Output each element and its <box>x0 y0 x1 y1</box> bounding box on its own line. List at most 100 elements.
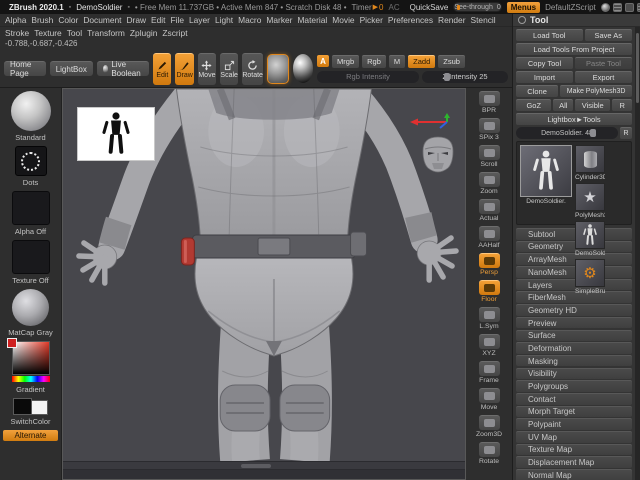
save-as-button[interactable]: Save As <box>585 29 633 41</box>
right-shelf-button[interactable]: BPR <box>479 91 500 114</box>
right-shelf-button[interactable]: Rotate <box>479 442 500 465</box>
subpalette-header[interactable]: Normal Map <box>516 469 632 480</box>
home-page-button[interactable]: Home Page <box>4 61 46 76</box>
menu-item[interactable]: Marker <box>266 15 292 25</box>
active-tool-thumbnail[interactable]: DemoSoldier. <box>520 145 572 221</box>
tool-palette-header[interactable]: Tool <box>513 14 640 27</box>
right-shelf-button[interactable]: Frame <box>479 361 500 384</box>
slider-handle[interactable] <box>590 129 596 137</box>
zadd-button[interactable]: Zadd <box>408 55 435 68</box>
import-button[interactable]: Import <box>516 71 573 83</box>
right-shelf-button[interactable]: L.Sym <box>479 307 500 330</box>
hue-strip[interactable] <box>12 376 50 382</box>
right-shelf-button[interactable]: Persp <box>479 253 500 276</box>
menu-item[interactable]: Edit <box>151 15 165 25</box>
tool-thumbnail-simplebrush[interactable]: ⚙ SimpleBrush <box>575 259 605 295</box>
right-shelf-button-icon[interactable] <box>479 145 500 160</box>
see-through-slider[interactable]: See-through 0 <box>453 2 501 12</box>
subpalette-header[interactable]: Masking <box>516 355 632 367</box>
lightbox-button[interactable]: LightBox <box>50 61 93 76</box>
menu-item[interactable]: Stroke <box>5 28 29 38</box>
right-shelf-button-icon[interactable] <box>479 334 500 349</box>
menu-item[interactable]: Brush <box>31 15 53 25</box>
document-icon[interactable] <box>625 3 634 12</box>
right-shelf-button[interactable]: Zoom <box>479 172 500 195</box>
right-shelf-button-icon[interactable] <box>479 91 500 106</box>
saturation-value-square[interactable] <box>12 341 50 375</box>
right-shelf-button-icon[interactable] <box>479 280 500 295</box>
tool-thumbnail-demosoldier[interactable]: DemoSoldier. <box>575 221 605 257</box>
right-shelf-button[interactable]: AAHalf <box>478 226 499 249</box>
right-shelf-button-icon[interactable] <box>479 226 500 241</box>
auto-badge[interactable]: A <box>317 55 329 67</box>
current-brush-standard[interactable] <box>11 91 51 131</box>
current-stroke-dots[interactable] <box>15 146 47 176</box>
subpalette-header[interactable]: Morph Target <box>516 406 632 418</box>
active-tool-image[interactable] <box>520 145 572 197</box>
goz-button[interactable]: GoZ <box>516 99 551 111</box>
current-texture-thumbnail[interactable] <box>12 240 50 274</box>
default-zscript-button[interactable]: DefaultZScript <box>545 3 596 12</box>
tool-palette-scrollbar[interactable] <box>635 27 640 480</box>
right-shelf-button[interactable]: Zoom3D <box>476 415 502 438</box>
rgb-intensity-slider[interactable]: Rgb Intensity <box>317 71 419 83</box>
tool-thumbnail-cylinder3d[interactable]: Cylinder3D <box>575 145 605 181</box>
subpalette-header[interactable]: Surface <box>516 330 632 342</box>
subpalette-header[interactable]: Polypaint <box>516 418 632 430</box>
z-intensity-slider[interactable]: Z Intensity 25 <box>422 71 508 83</box>
draw-button[interactable]: Draw <box>175 53 193 85</box>
all-button[interactable]: All <box>553 99 573 111</box>
copy-tool-button[interactable]: Copy Tool <box>516 57 573 69</box>
mrgb-button[interactable]: Mrgb <box>332 55 359 68</box>
axis-gizmo[interactable] <box>407 113 451 131</box>
menu-item[interactable]: Texture <box>34 28 61 38</box>
visible-button[interactable]: Visible <box>575 99 610 111</box>
current-alpha-thumbnail[interactable] <box>12 191 50 225</box>
rotate-button[interactable]: Rotate <box>242 53 263 85</box>
subpalette-header[interactable]: FiberMesh <box>516 291 632 303</box>
menu-item[interactable]: Light <box>215 15 233 25</box>
layout-icon[interactable] <box>613 3 622 12</box>
r-button[interactable]: R <box>612 99 632 111</box>
subpalette-header[interactable]: Preview <box>516 317 632 329</box>
right-shelf-button[interactable]: Move <box>479 388 500 411</box>
active-tool-slider[interactable]: DemoSoldier. 48 <box>516 127 618 139</box>
load-tool-button[interactable]: Load Tool <box>516 29 583 41</box>
menu-item[interactable]: Zplugin <box>130 28 157 38</box>
load-tools-from-project-button[interactable]: Load Tools From Project <box>516 43 632 55</box>
menu-item[interactable]: Movie <box>332 15 354 25</box>
subpalette-header[interactable]: Contact <box>516 393 632 405</box>
menu-item[interactable]: Stencil <box>471 15 496 25</box>
subpalette-header[interactable]: Visibility <box>516 368 632 380</box>
subpalette-header[interactable]: ArrayMesh <box>516 253 632 265</box>
current-brush-thumbnail[interactable] <box>267 54 289 84</box>
viewport-canvas[interactable] <box>62 88 466 480</box>
scrollbar-thumb[interactable] <box>636 33 639 103</box>
menu-item[interactable]: Preferences <box>388 15 433 25</box>
right-shelf-button-icon[interactable] <box>479 307 500 322</box>
right-shelf-button[interactable]: SPix 3 <box>479 118 500 141</box>
move-button[interactable]: Move <box>198 53 216 85</box>
sphere-icon[interactable] <box>601 3 610 12</box>
subpalette-header[interactable]: Displacement Map <box>516 456 632 468</box>
tool-thumbnail-polymesh3d[interactable]: ★ PolyMesh3D <box>575 183 605 219</box>
lightbox-tools-button[interactable]: Lightbox►Tools <box>516 113 632 125</box>
subpalette-header[interactable]: Subtool <box>516 228 632 240</box>
subpalette-header[interactable]: Geometry <box>516 241 632 253</box>
menu-item[interactable]: Draw <box>127 15 147 25</box>
clone-button[interactable]: Clone <box>516 85 558 97</box>
paste-tool-button[interactable]: Paste Tool <box>575 57 632 69</box>
export-button[interactable]: Export <box>575 71 632 83</box>
live-boolean-button[interactable]: Live Boolean <box>97 61 149 76</box>
menu-item[interactable]: Document <box>83 15 121 25</box>
menu-item[interactable]: Render <box>438 15 465 25</box>
color-picker[interactable] <box>9 341 53 383</box>
menu-item[interactable]: Picker <box>360 15 383 25</box>
right-shelf-button[interactable]: XYZ <box>479 334 500 357</box>
subpalette-header[interactable]: UV Map <box>516 431 632 443</box>
edit-button[interactable]: Edit <box>153 53 171 85</box>
right-shelf-button-icon[interactable] <box>479 172 500 187</box>
m-button[interactable]: M <box>389 55 405 68</box>
subpalette-header[interactable]: Geometry HD <box>516 304 632 316</box>
subpalette-header[interactable]: NanoMesh <box>516 266 632 278</box>
